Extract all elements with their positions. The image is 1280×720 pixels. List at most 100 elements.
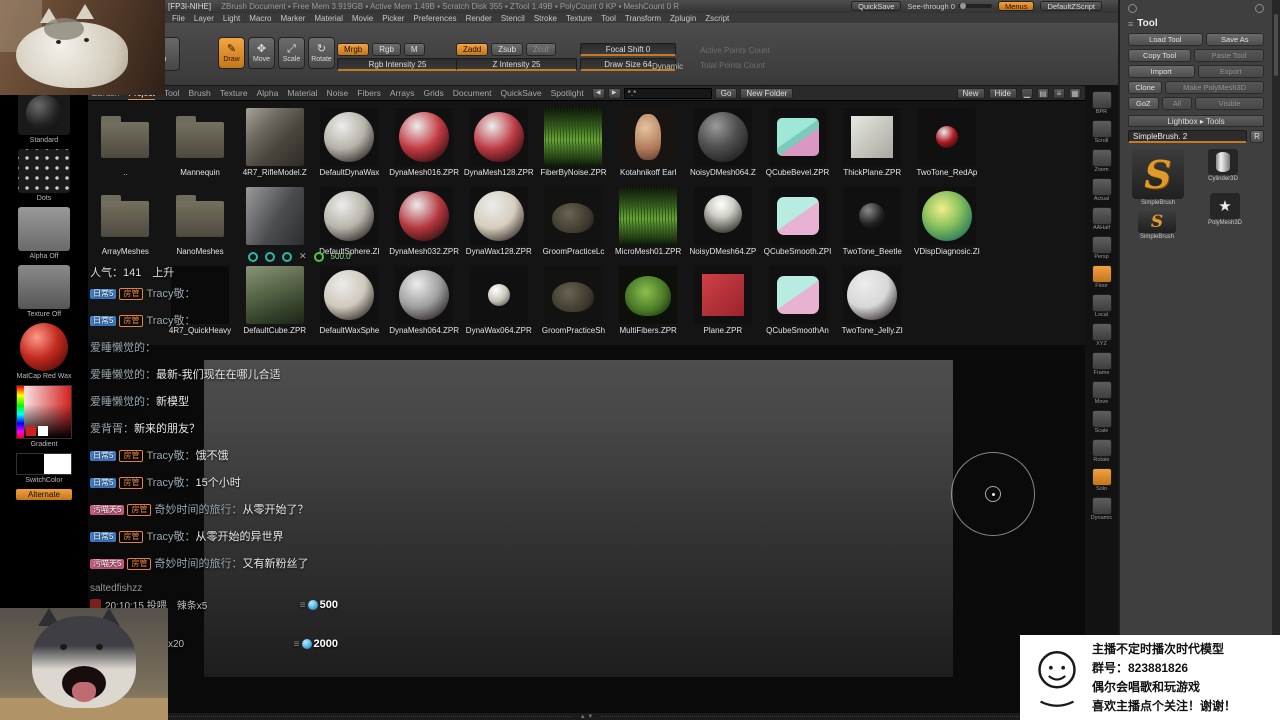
go-button[interactable]: Go [714, 87, 738, 99]
tab-grids[interactable]: Grids [423, 87, 443, 99]
zadd-button[interactable]: Zadd [456, 43, 489, 56]
lightbox-item[interactable]: GroomPracticeSh [536, 263, 611, 342]
new-folder-button[interactable]: New Folder [740, 87, 794, 99]
tab-material[interactable]: Material [287, 87, 317, 99]
lightbox-item[interactable]: DefaultDynaWax [312, 105, 387, 184]
quicksave-button[interactable]: QuickSave [851, 1, 902, 11]
right-shelf-floor[interactable]: Floor [1089, 265, 1115, 289]
tab-alpha[interactable]: Alpha [257, 87, 279, 99]
lightbox-item[interactable]: Plane.ZPR [686, 263, 761, 342]
widget-close-icon[interactable]: ✕ [299, 251, 307, 262]
tab-tool[interactable]: Tool [164, 87, 180, 99]
lightbox-item[interactable]: ArrayMeshes [88, 184, 163, 263]
lightbox-item[interactable]: DynaMesh064.ZPR [387, 263, 462, 342]
rotate-mode-button[interactable]: ↻ Rotate [308, 37, 335, 69]
forward-arrow-button[interactable]: ▶ [607, 87, 621, 99]
lightbox-item[interactable]: VDispDiagnosic.ZI [910, 184, 985, 263]
see-through-slider[interactable]: See-through 0 [907, 2, 992, 11]
left-shelf-material[interactable]: MatCap Red Wax [0, 323, 88, 380]
scale-mode-button[interactable]: ⤢ Scale [278, 37, 305, 69]
right-shelf-scroll[interactable]: Scroll [1089, 120, 1115, 144]
menu-zplugin[interactable]: Zplugin [670, 14, 696, 23]
r-button[interactable]: R [1250, 130, 1264, 143]
tool-thumb-simplebrush[interactable]: SimpleBrush [1138, 211, 1176, 240]
save-as-button[interactable]: Save As [1205, 33, 1264, 46]
load-tool-button[interactable]: Load Tool [1128, 33, 1203, 46]
tab-spotlight[interactable]: Spotlight [551, 87, 584, 99]
lightbox-item[interactable]: GroomPracticeLc [536, 184, 611, 263]
z-intensity-slider[interactable]: Z Intensity 25 [456, 58, 577, 71]
hide-button[interactable]: Hide [988, 87, 1017, 99]
tool-thumb-simplebrush[interactable]: SimpleBrush [1132, 149, 1184, 206]
panel-history-icon[interactable] [1128, 4, 1137, 13]
right-shelf-xyz[interactable]: XYZ [1089, 323, 1115, 347]
right-shelf-frame[interactable]: Frame [1089, 352, 1115, 376]
panel-scrollbar[interactable] [1272, 0, 1280, 720]
tab-fibers[interactable]: Fibers [357, 87, 381, 99]
menu-macro[interactable]: Macro [249, 14, 271, 23]
menu-tool[interactable]: Tool [601, 14, 616, 23]
tab-noise[interactable]: Noise [327, 87, 349, 99]
tool-thumb-polymesh3d[interactable]: PolyMesh3D [1208, 193, 1242, 226]
left-shelf-texture[interactable]: Texture Off [0, 265, 88, 318]
canvas-bottom-bar[interactable]: ▲ ▼ [88, 713, 1085, 720]
left-shelf-brush[interactable]: Standard [0, 91, 88, 144]
lightbox-item[interactable]: ThickPlane.ZPR [835, 105, 910, 184]
zsub-button[interactable]: Zsub [491, 43, 524, 56]
zcut-button[interactable]: Zcut [526, 43, 556, 56]
menu-picker[interactable]: Picker [382, 14, 404, 23]
lightbox-item[interactable]: TwoTone_RedAp [910, 105, 985, 184]
right-shelf-bpr[interactable]: BPR [1089, 91, 1115, 115]
left-shelf-alternate[interactable]: Alternate [0, 489, 88, 500]
tab-document[interactable]: Document [453, 87, 492, 99]
menu-light[interactable]: Light [223, 14, 240, 23]
right-shelf-rotate[interactable]: Rotate [1089, 439, 1115, 463]
lightbox-item[interactable]: TwoTone_Beetle [835, 184, 910, 263]
new-button[interactable]: New [956, 87, 985, 99]
current-tool-slider[interactable]: SimpleBrush. 2 [1128, 130, 1247, 143]
menu-layer[interactable]: Layer [194, 14, 214, 23]
lightbox-item[interactable]: NoisyDMesh064.Z [686, 105, 761, 184]
panel-refresh-icon[interactable] [1255, 4, 1264, 13]
lightbox-item[interactable]: QCubeSmoothAn [760, 263, 835, 342]
lightbox-item[interactable]: DynaMesh016.ZPR [387, 105, 462, 184]
draw-mode-button[interactable]: ✎ Draw [218, 37, 245, 69]
lightbox-item[interactable]: Kotahnikoff Earl [611, 105, 686, 184]
tab-arrays[interactable]: Arrays [390, 87, 415, 99]
grid-view-icon[interactable]: ▦ [1069, 87, 1081, 99]
see-through-track[interactable] [957, 3, 992, 9]
menu-movie[interactable]: Movie [352, 14, 373, 23]
menu-transform[interactable]: Transform [625, 14, 661, 23]
rgb-button[interactable]: Rgb [372, 43, 401, 56]
menu-render[interactable]: Render [466, 14, 492, 23]
lightbox-item[interactable]: Mannequin [163, 105, 238, 184]
right-shelf-local[interactable]: Local [1089, 294, 1115, 318]
import-button[interactable]: Import [1128, 65, 1195, 78]
thumb-size-icon[interactable]: ▤ [1037, 87, 1049, 99]
right-shelf-solo[interactable]: Solo [1089, 468, 1115, 492]
left-shelf-switch[interactable]: SwitchColor [0, 453, 88, 484]
lightbox-item[interactable]: NoisyDMesh64.ZP [686, 184, 761, 263]
menus-button[interactable]: Menus [997, 1, 1035, 11]
lightbox-item[interactable]: FiberByNoise.ZPR [536, 105, 611, 184]
lightbox-item[interactable]: .. [88, 105, 163, 184]
lightbox-item[interactable]: MicroMesh01.ZPR [611, 184, 686, 263]
menu-stroke[interactable]: Stroke [534, 14, 557, 23]
move-mode-button[interactable]: ✥ Move [248, 37, 275, 69]
left-shelf-alpha[interactable]: Alpha Off [0, 207, 88, 260]
right-shelf-actual[interactable]: Actual [1089, 178, 1115, 202]
menu-zscript[interactable]: Zscript [705, 14, 729, 23]
right-shelf-aahalf[interactable]: AAHalf [1089, 207, 1115, 231]
menu-material[interactable]: Material [314, 14, 342, 23]
lightbox-item[interactable]: DynaWax128.ZPR [461, 184, 536, 263]
clone-button[interactable]: Clone [1128, 81, 1163, 94]
right-shelf-zoom[interactable]: Zoom [1089, 149, 1115, 173]
m-button[interactable]: M [403, 43, 425, 56]
left-shelf-picker[interactable]: Gradient [0, 385, 88, 448]
lightbox-item[interactable]: DynaWax064.ZPR [461, 263, 536, 342]
right-shelf-dynamic[interactable]: Dynamic [1089, 497, 1115, 521]
lightbox-item[interactable]: NanoMeshes [163, 184, 238, 263]
collapse-icon[interactable]: ▁ [1021, 87, 1033, 99]
menu-stencil[interactable]: Stencil [501, 14, 525, 23]
right-shelf-persp[interactable]: Persp [1089, 236, 1115, 260]
